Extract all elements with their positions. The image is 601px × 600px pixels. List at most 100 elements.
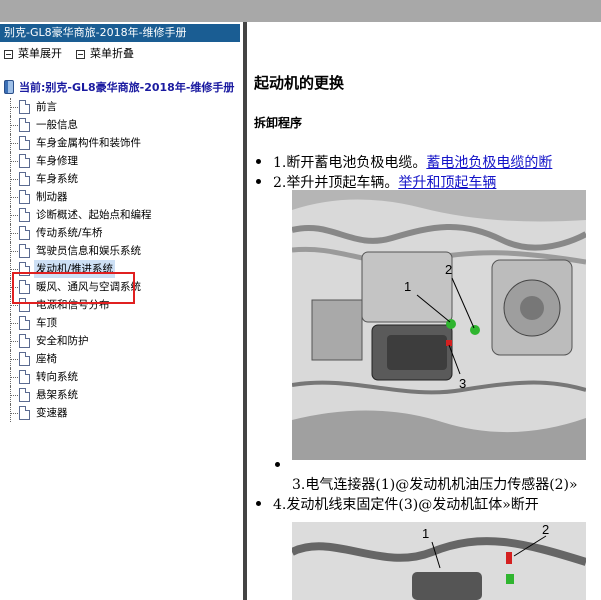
expand-menu-button[interactable]: 菜单展开	[4, 46, 62, 62]
toc-item[interactable]: 诊断概述、起始点和编程	[0, 206, 243, 224]
page-icon	[19, 334, 30, 348]
toc-item[interactable]: 传动系统/车桥	[0, 224, 243, 242]
toc-root[interactable]: 当前:别克-GL8豪华商旅-2018年-维修手册	[4, 78, 234, 96]
page-icon	[19, 406, 30, 420]
expand-menu-label: 菜单展开	[18, 47, 62, 60]
toc-item-label: 制动器	[36, 191, 68, 203]
toc-item-label: 车身金属构件和装饰件	[36, 137, 141, 149]
page-icon	[19, 316, 30, 330]
toc-item[interactable]: 前言	[0, 98, 243, 116]
tree-connector	[10, 179, 18, 180]
callout-1: 1	[404, 279, 411, 294]
toc-item-label: 转向系统	[36, 371, 78, 383]
step-1-link[interactable]: 蓄电池负极电缆的断	[426, 155, 552, 171]
page-title: 起动机的更换	[254, 74, 345, 92]
toc-item[interactable]: 车身修理	[0, 152, 243, 170]
toc-item-label: 前言	[36, 101, 57, 113]
tree-connector	[10, 233, 18, 234]
bullet-icon	[275, 462, 280, 467]
tree-connector	[10, 269, 18, 270]
menu-bar: 菜单展开 菜单折叠	[0, 46, 240, 62]
toc-item[interactable]: 座椅	[0, 350, 243, 368]
callout-1: 1	[422, 526, 429, 541]
toc-item[interactable]: 一般信息	[0, 116, 243, 134]
step-1: 1.断开蓄电池负极电缆。蓄电池负极电缆的断	[256, 152, 552, 172]
navigation-pane: 别克-GL8豪华商旅-2018年-维修手册 菜单展开 菜单折叠 当前:别克-GL…	[0, 22, 243, 600]
toc-item-label: 驾驶员信息和娱乐系统	[36, 245, 141, 257]
tree-connector	[10, 323, 18, 324]
bullet-icon	[256, 501, 261, 506]
step-4-text: 4.发动机线束固定件(3)@发动机缸体»断开	[273, 497, 539, 513]
toc-item[interactable]: 车顶	[0, 314, 243, 332]
toc-item-label: 变速器	[36, 407, 68, 419]
page-icon	[19, 172, 30, 186]
step-1-text: 1.断开蓄电池负极电缆。	[273, 155, 427, 171]
toc-item[interactable]: 悬架系统	[0, 386, 243, 404]
page-icon	[19, 226, 30, 240]
toc-item[interactable]: 安全和防护	[0, 332, 243, 350]
page-icon	[19, 154, 30, 168]
tree-connector	[10, 107, 18, 108]
manual-title-bar: 别克-GL8豪华商旅-2018年-维修手册	[0, 24, 240, 42]
highlight-annotation-box	[12, 272, 135, 304]
step-4: 4.发动机线束固定件(3)@发动机缸体»断开	[256, 494, 539, 514]
collapse-menu-button[interactable]: 菜单折叠	[76, 46, 134, 62]
tree-connector	[10, 305, 18, 306]
toc-item-label: 安全和防护	[36, 335, 89, 347]
page-icon	[19, 208, 30, 222]
tree-connector	[10, 359, 18, 360]
page-icon	[19, 136, 30, 150]
tree-connector	[10, 341, 18, 342]
collapse-expand-icon	[76, 49, 85, 59]
page-icon	[19, 352, 30, 366]
toc-item-label: 车顶	[36, 317, 57, 329]
tree-connector	[10, 377, 18, 378]
step-3: 3.电气连接器(1)@发动机机油压力传感器(2)»	[292, 474, 578, 494]
toc-item-label: 传动系统/车桥	[36, 227, 103, 239]
tree-connector	[10, 251, 18, 252]
step-3-text: 3.电气连接器(1)@发动机机油压力传感器(2)»	[292, 477, 578, 493]
tree-connector	[10, 143, 18, 144]
book-icon	[4, 80, 14, 94]
page-icon	[19, 100, 30, 114]
page-icon	[19, 190, 30, 204]
bullet-icon	[256, 159, 261, 164]
tree-connector	[10, 413, 18, 414]
page-icon	[19, 388, 30, 402]
toc-item[interactable]: 制动器	[0, 188, 243, 206]
page-icon	[19, 118, 30, 132]
toc-item[interactable]: 转向系统	[0, 368, 243, 386]
toc-item-label: 座椅	[36, 353, 57, 365]
toc-item[interactable]: 车身系统	[0, 170, 243, 188]
toc-item-label: 车身系统	[36, 173, 78, 185]
step-2-text: 2.举升并顶起车辆。	[273, 175, 399, 191]
toc-item-label: 诊断概述、起始点和编程	[36, 209, 152, 221]
tree-connector	[10, 197, 18, 198]
toc-item[interactable]: 车身金属构件和装饰件	[0, 134, 243, 152]
callout-2: 2	[542, 522, 549, 537]
page-icon	[19, 370, 30, 384]
tree-connector	[10, 215, 18, 216]
toc-item[interactable]: 变速器	[0, 404, 243, 422]
callout-2: 2	[445, 262, 452, 277]
content-pane: 起动机的更换 拆卸程序 1.断开蓄电池负极电缆。蓄电池负极电缆的断 2.举升并顶…	[247, 22, 601, 600]
callout-3: 3	[459, 376, 466, 391]
tree-connector	[10, 161, 18, 162]
toc-item-label: 悬架系统	[36, 389, 78, 401]
toc-root-label: 当前:别克-GL8豪华商旅-2018年-维修手册	[19, 81, 235, 94]
collapse-menu-label: 菜单折叠	[90, 47, 134, 60]
tree-connector	[10, 395, 18, 396]
harness-fastener-figure: 1 2	[292, 522, 586, 600]
bullet-icon	[256, 179, 261, 184]
step-2: 2.举升并顶起车辆。举升和顶起车辆	[256, 172, 496, 192]
section-heading: 拆卸程序	[254, 116, 303, 130]
toc-item-label: 车身修理	[36, 155, 78, 167]
toc-item[interactable]: 驾驶员信息和娱乐系统	[0, 242, 243, 260]
step-2-link[interactable]: 举升和顶起车辆	[398, 175, 496, 191]
tree-connector	[10, 125, 18, 126]
collapse-expand-icon	[4, 49, 13, 59]
page-icon	[19, 244, 30, 258]
starter-location-figure: 1 2 3	[292, 190, 586, 460]
toc-item-label: 一般信息	[36, 119, 78, 131]
top-toolbar	[0, 0, 601, 22]
